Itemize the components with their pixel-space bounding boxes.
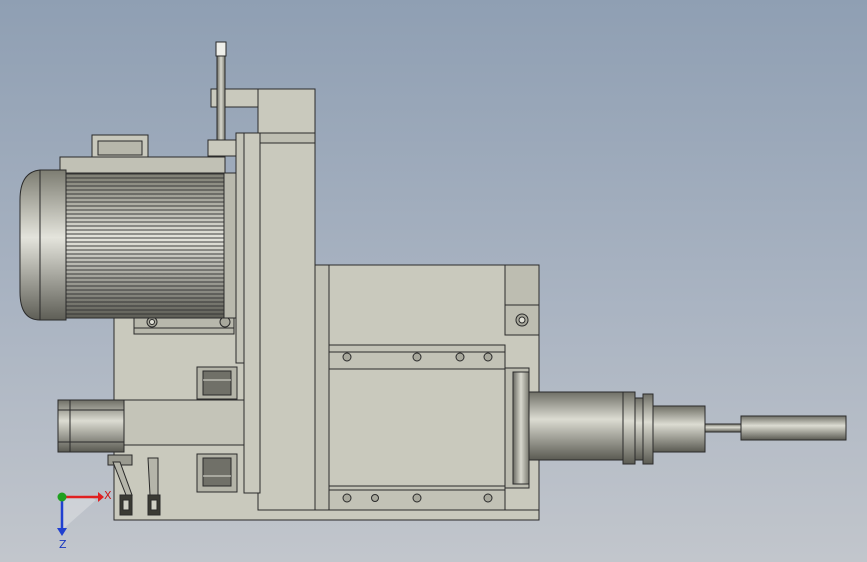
y-axis-icon — [57, 492, 67, 502]
cad-viewport[interactable]: X Z — [0, 0, 867, 562]
motor — [19, 134, 237, 321]
x-axis-label: X — [104, 489, 112, 502]
z-axis-label: Z — [59, 538, 67, 551]
motor-end-cap — [19, 169, 67, 321]
guide-rod — [216, 55, 226, 141]
spindle-assembly[interactable] — [19, 41, 847, 521]
vertical-column — [257, 88, 316, 511]
axis-triad-icon[interactable]: X Z — [57, 489, 112, 551]
model-view[interactable]: X Z — [0, 0, 867, 562]
spindle-shaft — [740, 415, 847, 441]
left-block — [119, 399, 261, 446]
spindle — [504, 367, 847, 489]
adjust-cylinder — [57, 399, 125, 453]
